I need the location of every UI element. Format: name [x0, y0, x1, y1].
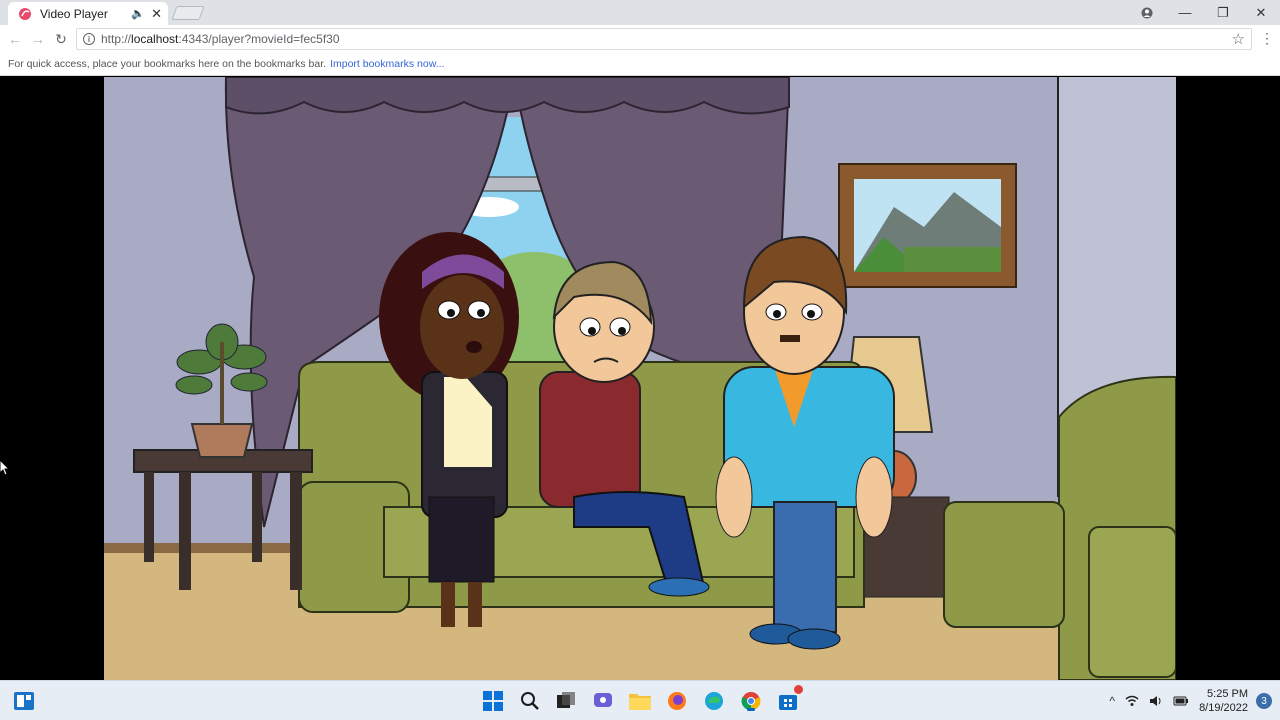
plant-pot [190, 423, 254, 458]
window-controls: — ❐ ✕ [1128, 0, 1280, 25]
profile-button[interactable] [1128, 0, 1166, 25]
video-player[interactable] [0, 77, 1280, 680]
address-bar[interactable]: i http://localhost:4343/player?movieId=f… [76, 28, 1252, 50]
site-info-icon[interactable]: i [83, 33, 95, 45]
widgets-button[interactable] [12, 689, 36, 713]
mouse-cursor-icon [0, 460, 10, 476]
browser-titlebar: Video Player 🔈 ✕ — ❐ ✕ [0, 0, 1280, 25]
goanimate-icon [19, 7, 31, 20]
close-window-button[interactable]: ✕ [1242, 0, 1280, 25]
minimize-button[interactable]: — [1166, 0, 1204, 25]
firefox-button[interactable] [665, 689, 689, 713]
url-path: :4343/player?movieId=fec5f30 [178, 32, 340, 46]
tab-video-player[interactable]: Video Player 🔈 ✕ [8, 2, 168, 25]
chat-button[interactable] [591, 689, 615, 713]
edge-button[interactable] [702, 689, 726, 713]
search-button[interactable] [518, 689, 542, 713]
speaker-icon[interactable]: 🔈 [131, 7, 145, 20]
cartoon-scene [104, 77, 1176, 680]
file-explorer-button[interactable] [628, 689, 652, 713]
firefox-icon [668, 692, 686, 710]
store-icon [779, 695, 797, 710]
widgets-icon [14, 692, 34, 710]
task-view-button[interactable] [554, 689, 578, 713]
bookmarks-hint: For quick access, place your bookmarks h… [8, 58, 327, 70]
tab-close-icon[interactable]: ✕ [151, 7, 162, 20]
notification-badge[interactable]: 3 [1256, 693, 1272, 709]
task-view-icon [557, 692, 575, 708]
forward-button[interactable]: → [27, 28, 49, 50]
browser-menu-icon[interactable]: ⋮ [1260, 31, 1274, 45]
tab-title: Video Player [40, 6, 108, 21]
browser-toolbar: ← → ↻ i http://localhost:4343/player?mov… [0, 25, 1280, 53]
reload-button[interactable]: ↻ [50, 28, 72, 50]
active-app-indicator [747, 708, 755, 711]
video-frame[interactable] [104, 77, 1176, 680]
chat-icon [594, 693, 612, 707]
search-icon [521, 692, 539, 710]
edge-icon [705, 692, 723, 710]
clock-date: 8/19/2022 [1199, 702, 1248, 714]
wifi-icon[interactable] [1125, 695, 1139, 707]
url-prefix: http:// [101, 32, 132, 46]
chrome-button[interactable] [739, 689, 763, 713]
url-text[interactable]: http://localhost:4343/player?movieId=fec… [101, 32, 1232, 46]
system-clock[interactable]: 5:25 PM 8/19/2022 [1199, 687, 1248, 715]
import-bookmarks-link[interactable]: Import bookmarks now... [330, 58, 444, 70]
start-button[interactable] [481, 689, 505, 713]
store-button[interactable] [776, 685, 803, 713]
volume-icon[interactable] [1149, 695, 1163, 707]
battery-icon[interactable] [1173, 695, 1189, 707]
restore-button[interactable]: ❐ [1204, 0, 1242, 25]
start-icon [483, 691, 503, 711]
system-tray: ^ 5:25 PM 8/19/2022 3 [1109, 681, 1280, 720]
store-badge-dot [794, 685, 803, 694]
file-explorer-icon [629, 694, 651, 710]
profile-icon [1141, 7, 1153, 18]
windows-taskbar: ^ 5:25 PM 8/19/2022 3 [0, 680, 1280, 720]
new-tab-button[interactable] [171, 6, 205, 20]
back-button[interactable]: ← [4, 28, 26, 50]
tray-chevron-icon[interactable]: ^ [1109, 694, 1115, 708]
url-host: localhost [131, 32, 179, 46]
bookmark-star-icon[interactable]: ☆ [1232, 30, 1245, 48]
clock-time: 5:25 PM [1207, 688, 1248, 700]
bookmarks-bar: For quick access, place your bookmarks h… [0, 53, 1280, 76]
